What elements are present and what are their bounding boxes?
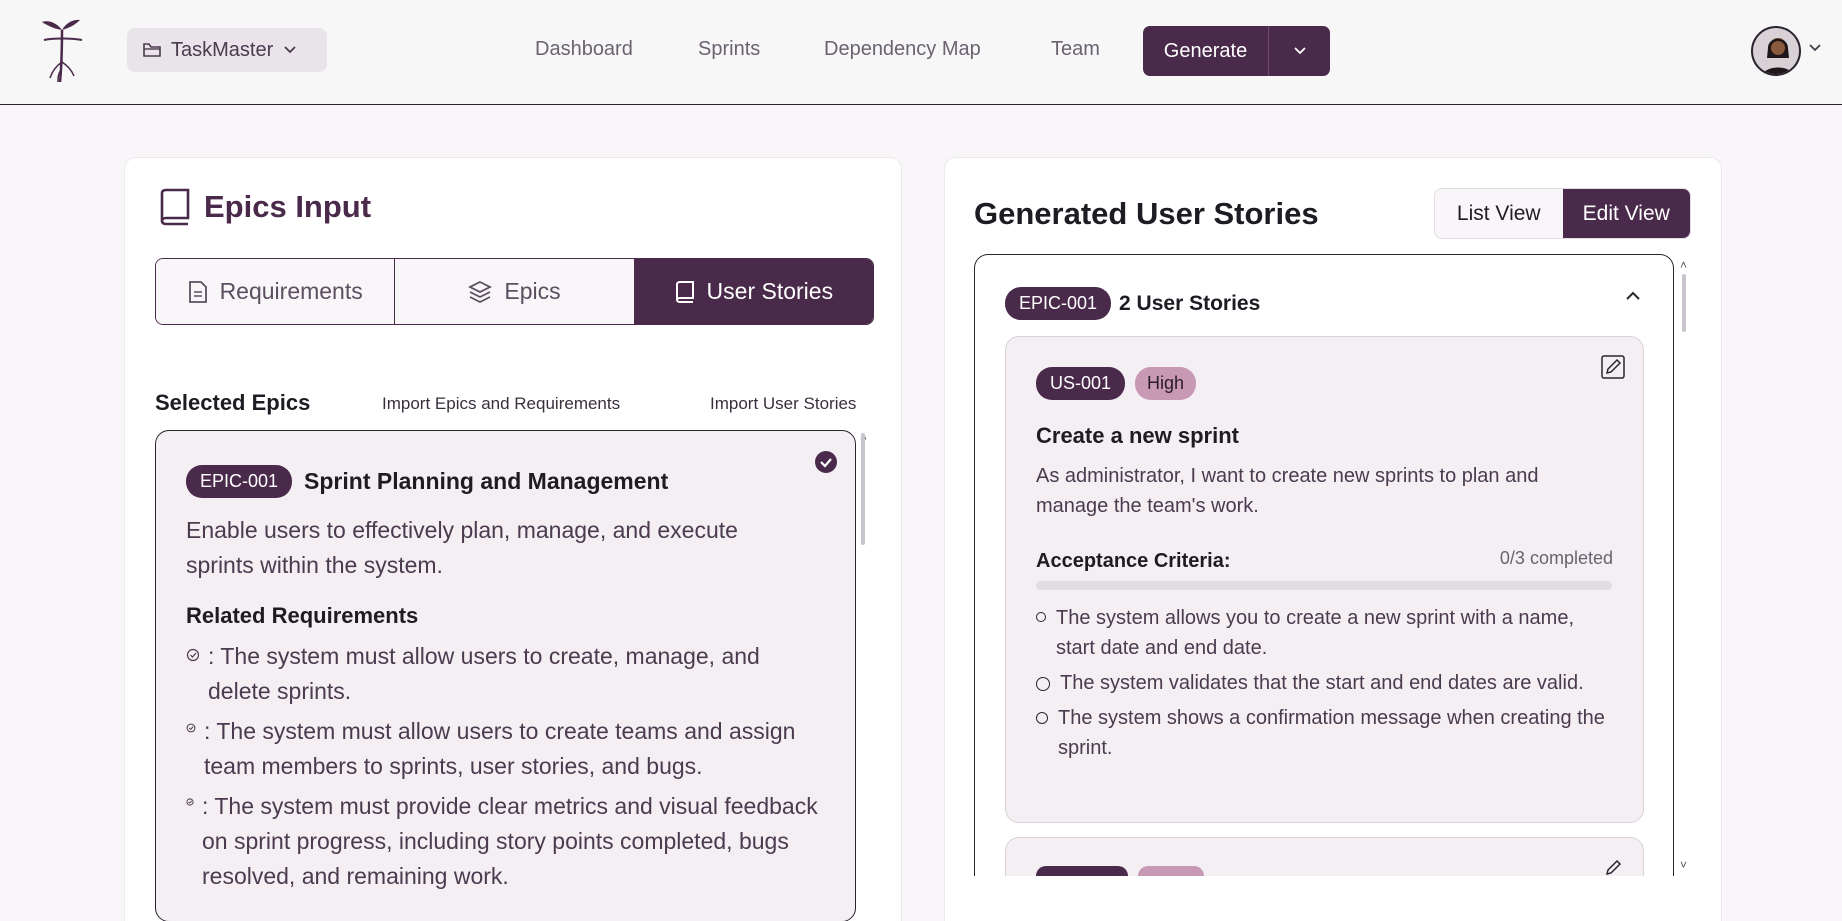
circle-icon[interactable]	[1036, 712, 1048, 724]
check-circle-icon	[186, 648, 200, 662]
check-circle-icon	[186, 798, 194, 806]
nav-sprints[interactable]: Sprints	[698, 38, 760, 61]
acceptance-criteria-title: Acceptance Criteria:	[1036, 550, 1231, 572]
criteria-item[interactable]: The system validates that the start and …	[1036, 668, 1616, 698]
book-icon	[675, 280, 694, 303]
epic-id-badge: EPIC-001	[186, 465, 293, 498]
generate-dropdown-button[interactable]	[1269, 26, 1330, 76]
criteria-text: The system shows a confirmation message …	[1058, 707, 1605, 759]
epics-input-panel: Epics Input Requirements Epics User Stor…	[124, 157, 902, 921]
list-item: : The system must provide clear metrics …	[186, 789, 826, 894]
story-count: 2 User Stories	[1119, 291, 1261, 315]
import-epics-link[interactable]: Import Epics and Requirements	[382, 394, 620, 414]
tab-user-stories[interactable]: User Stories	[634, 259, 873, 324]
layers-icon	[468, 280, 493, 303]
epic-header: EPIC-001 Sprint Planning and Management	[186, 465, 668, 498]
criteria-text: The system validates that the start and …	[1060, 672, 1584, 694]
check-circle-icon[interactable]	[815, 451, 837, 473]
epics-input-title: Epics Input	[204, 189, 372, 224]
tab-epics[interactable]: Epics	[395, 259, 635, 324]
generated-stories-title: Generated User Stories	[974, 196, 1319, 231]
epics-input-heading: Epics Input	[158, 188, 371, 226]
sprout-logo-icon[interactable]	[36, 16, 88, 84]
check-circle-icon	[186, 723, 196, 733]
edit-pencil-icon[interactable]	[1601, 856, 1625, 876]
criteria-item[interactable]: The system shows a confirmation message …	[1036, 703, 1616, 763]
document-icon	[188, 280, 207, 303]
chevron-down-icon[interactable]	[1808, 43, 1822, 53]
criteria-progress-bar	[1036, 581, 1612, 590]
nav-dependency-map[interactable]: Dependency Map	[824, 38, 981, 61]
epic-group-header[interactable]: EPIC-001 2 User Stories	[1005, 287, 1260, 320]
top-header: TaskMaster Dashboard Sprints Dependency …	[0, 0, 1842, 105]
story-badges: US-001 High	[1036, 367, 1197, 400]
list-item: : The system must allow users to create …	[186, 714, 826, 784]
story-id-badge: US-001	[1036, 367, 1126, 400]
circle-icon[interactable]	[1036, 677, 1050, 691]
scrollbar[interactable]	[1682, 274, 1686, 332]
story-title: Create a new sprint	[1036, 423, 1239, 448]
epic-description: Enable users to effectively plan, manage…	[186, 517, 738, 578]
story-card[interactable]: US-001 High Create a new sprint As admin…	[1005, 336, 1644, 823]
tab-label: Requirements	[219, 278, 363, 304]
story-card[interactable]	[1005, 837, 1644, 876]
criteria-item[interactable]: The system allows you to create a new sp…	[1036, 603, 1616, 663]
epic-card[interactable]: EPIC-001 Sprint Planning and Management …	[155, 430, 856, 921]
chevron-up-icon[interactable]	[1625, 291, 1641, 301]
avatar-portrait-icon	[1753, 28, 1799, 74]
related-requirements-title: Related Requirements	[186, 603, 419, 628]
requirements-list: : The system must allow users to create,…	[186, 639, 826, 899]
story-id-badge	[1036, 866, 1128, 876]
criteria-list: The system allows you to create a new sp…	[1036, 603, 1616, 768]
criteria-text: The system allows you to create a new sp…	[1056, 607, 1575, 659]
circle-icon[interactable]	[1036, 612, 1046, 622]
stories-container: EPIC-001 2 User Stories US-001 High Crea…	[974, 254, 1674, 876]
generate-button[interactable]: Generate	[1143, 26, 1269, 76]
import-user-stories-link[interactable]: Import User Stories	[710, 394, 856, 414]
list-view-button[interactable]: List View	[1435, 189, 1563, 238]
priority-badge	[1138, 866, 1204, 876]
tab-requirements[interactable]: Requirements	[156, 259, 396, 324]
view-toggle: List View Edit View	[1434, 188, 1691, 239]
book-icon	[160, 188, 190, 226]
priority-badge: High	[1135, 367, 1197, 400]
folder-icon	[143, 43, 161, 57]
chevron-down-icon	[1293, 47, 1306, 55]
scrollbar[interactable]	[861, 433, 865, 545]
scroll-down-icon[interactable]: ˅	[1680, 858, 1687, 872]
scroll-up-icon[interactable]: ˄	[1680, 258, 1687, 272]
tab-label: User Stories	[706, 278, 834, 304]
requirement-text: : The system must allow users to create …	[204, 718, 796, 779]
nav-dashboard[interactable]: Dashboard	[535, 38, 633, 61]
criteria-progress-text: 0/3 completed	[1499, 548, 1613, 568]
tab-label: Epics	[504, 278, 561, 304]
nav-team[interactable]: Team	[1051, 38, 1100, 61]
selected-epics-title: Selected Epics	[155, 390, 311, 415]
project-name: TaskMaster	[171, 38, 274, 61]
requirement-text: : The system must provide clear metrics …	[202, 793, 818, 889]
user-avatar[interactable]	[1751, 26, 1801, 76]
epic-id-badge: EPIC-001	[1005, 287, 1112, 320]
requirement-text: : The system must allow users to create,…	[208, 643, 760, 704]
generate-button-group: Generate	[1143, 26, 1330, 76]
list-item: : The system must allow users to create,…	[186, 639, 826, 709]
edit-view-button[interactable]: Edit View	[1562, 189, 1690, 238]
input-tabs: Requirements Epics User Stories	[155, 258, 874, 325]
generated-stories-panel: Generated User Stories List View Edit Vi…	[944, 157, 1722, 921]
edit-pencil-icon[interactable]	[1601, 355, 1625, 379]
project-selector[interactable]: TaskMaster	[127, 28, 327, 72]
epic-name: Sprint Planning and Management	[304, 468, 669, 494]
chevron-down-icon	[284, 46, 296, 54]
story-description: As administrator, I want to create new s…	[1036, 465, 1539, 517]
